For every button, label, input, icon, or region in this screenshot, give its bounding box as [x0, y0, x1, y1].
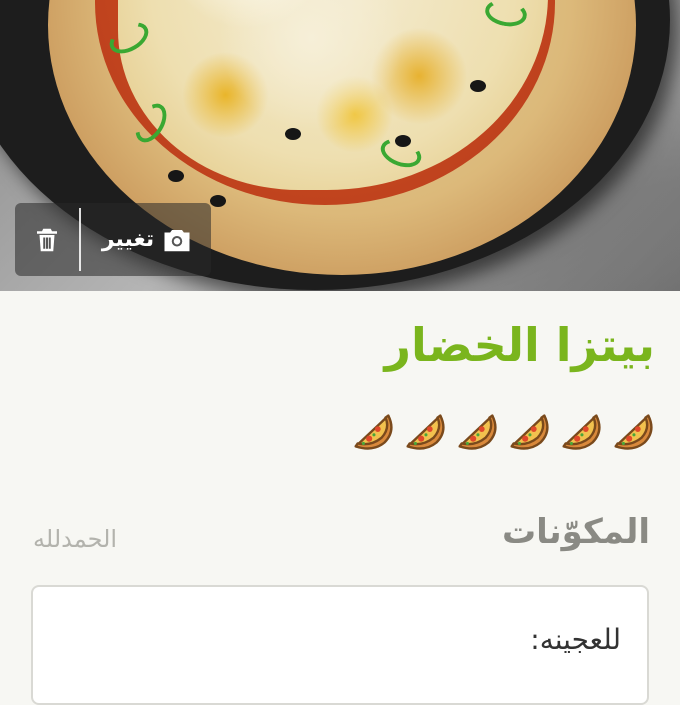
ingredients-note: الحمدلله	[33, 525, 118, 553]
controls-divider	[79, 208, 81, 271]
servings-indicator	[350, 405, 656, 457]
olive-topping	[168, 170, 184, 182]
pizza-slice-icon	[510, 414, 549, 450]
photo-controls: تغيير	[15, 203, 211, 276]
ingredients-heading: المكوّنات	[501, 512, 650, 552]
pizza-slice-icon	[614, 414, 653, 450]
ingredients-card[interactable]: للعجينه:	[31, 585, 649, 705]
trash-icon	[37, 228, 57, 251]
pizza-slice-icon	[562, 414, 601, 450]
camera-icon	[164, 229, 190, 251]
ingredient-line: للعجينه:	[530, 623, 621, 656]
olive-topping	[210, 195, 226, 207]
olive-topping	[470, 80, 486, 92]
olive-topping	[285, 128, 301, 140]
pizza-slice-icon	[354, 414, 393, 450]
change-photo-button[interactable]: تغيير	[83, 203, 211, 276]
pizza-slice-icon	[458, 414, 497, 450]
delete-photo-button[interactable]	[15, 203, 79, 276]
pizza-slice-icon	[406, 414, 445, 450]
recipe-photo: تغيير	[0, 0, 680, 291]
recipe-title: بيتزا الخضار	[384, 318, 656, 372]
change-photo-label: تغيير	[101, 227, 155, 252]
